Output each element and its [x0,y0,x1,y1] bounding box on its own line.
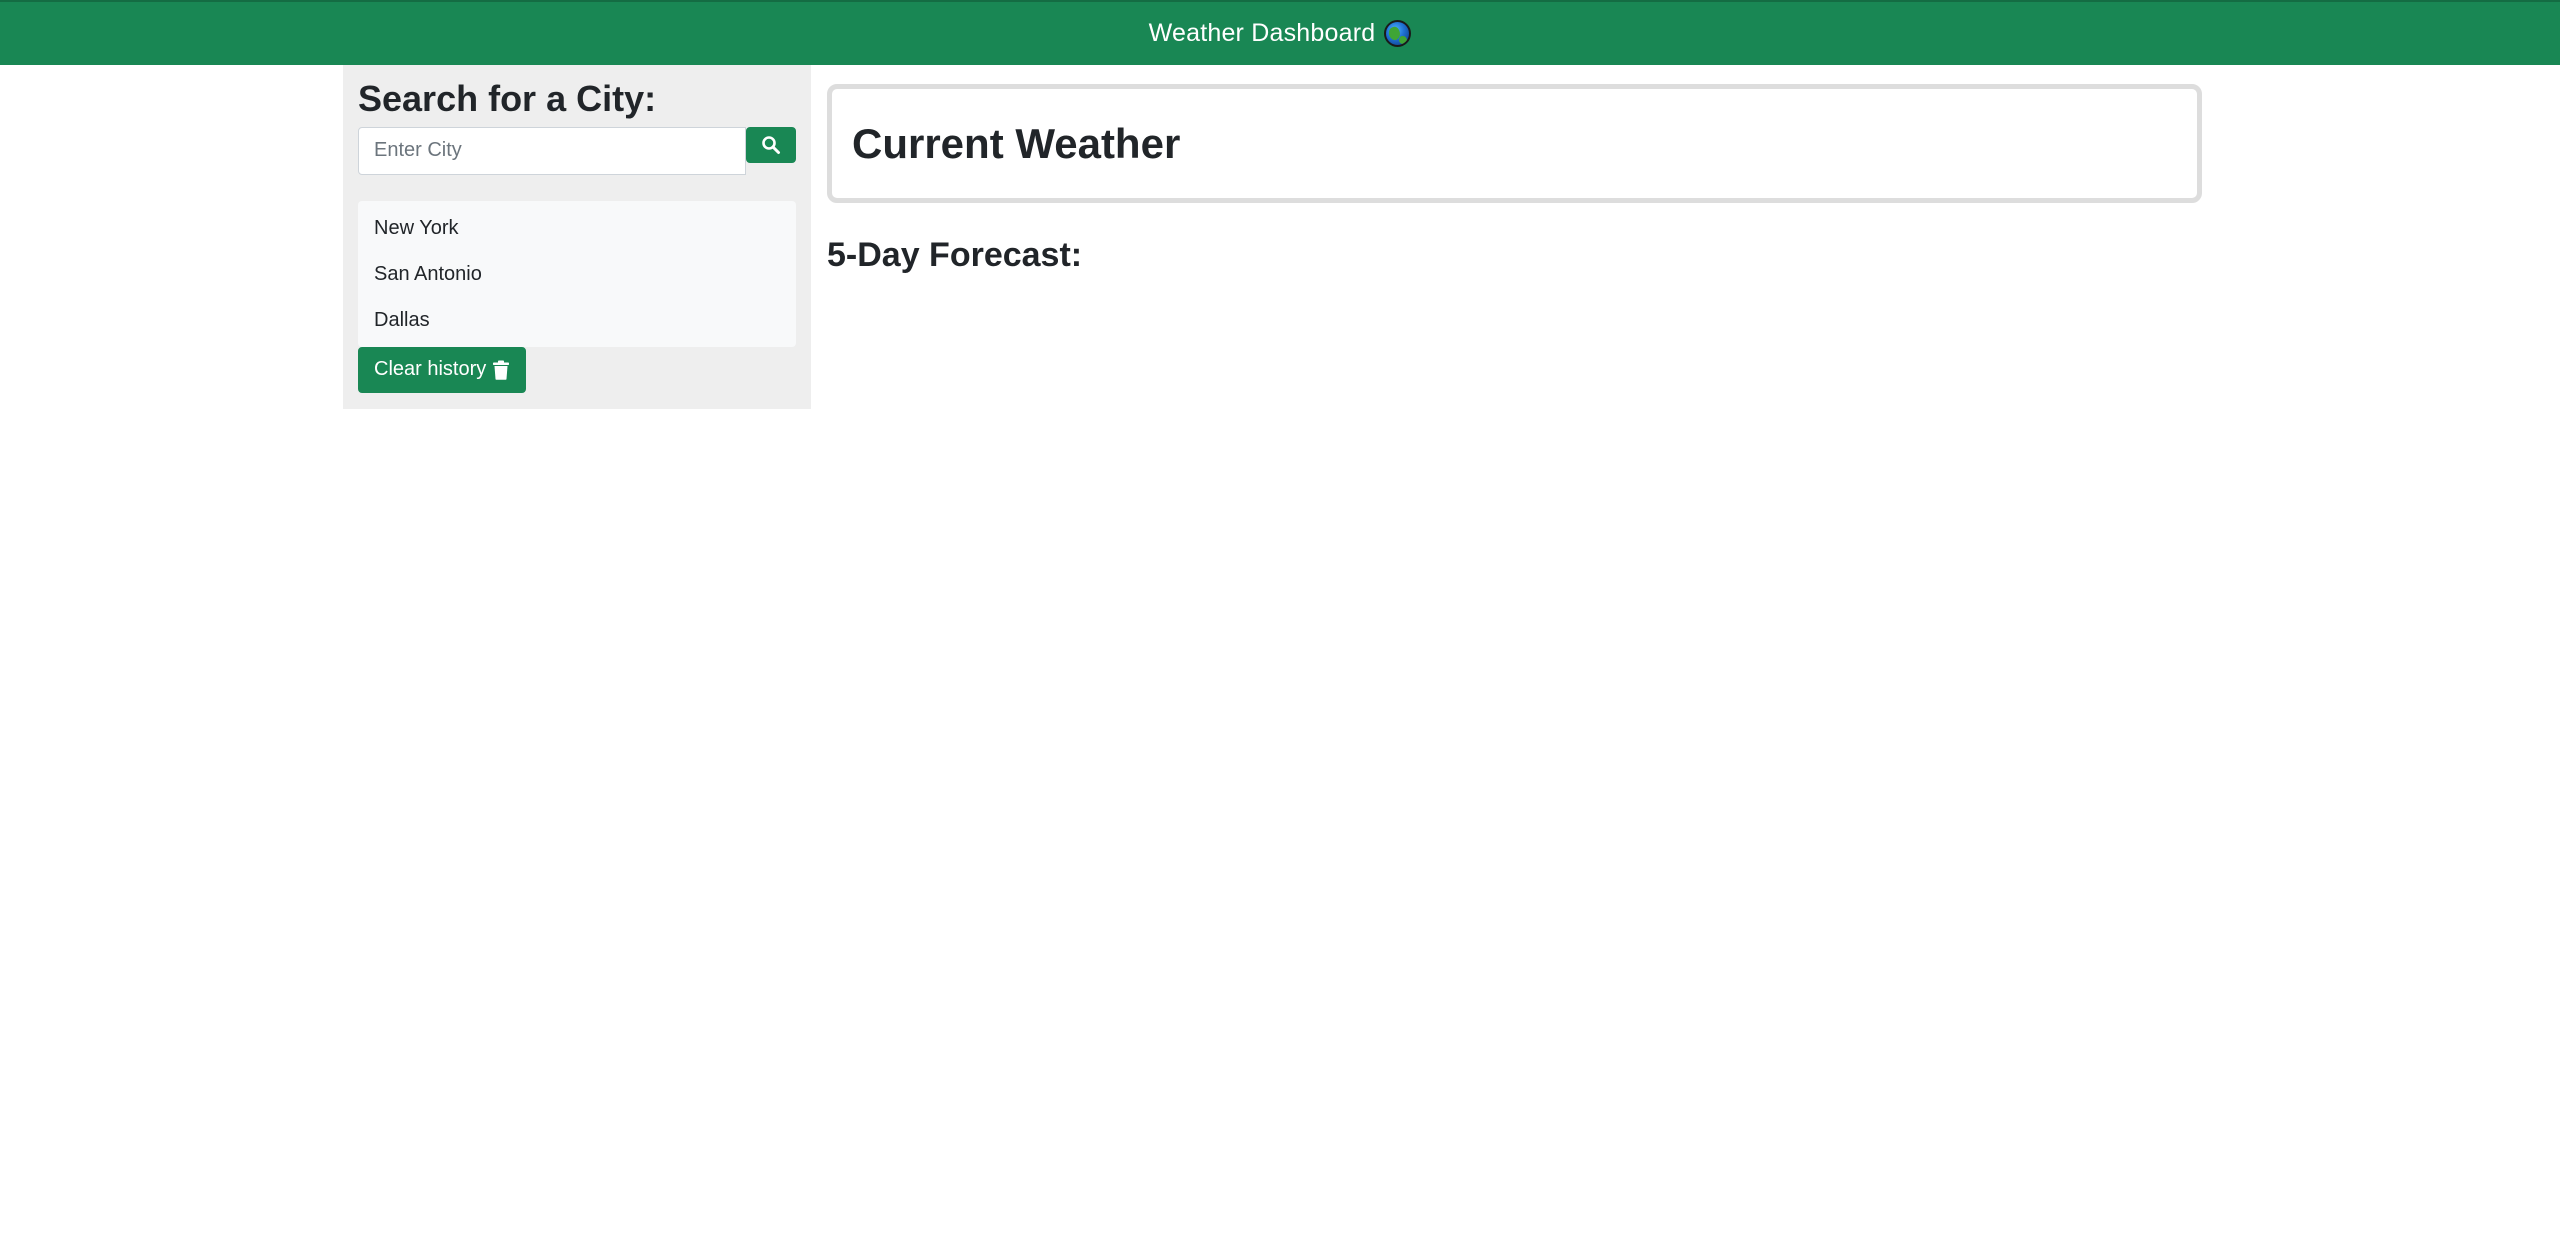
search-row [358,126,796,175]
history-item-new-york[interactable]: New York [358,205,796,251]
clear-history-button[interactable]: Clear history [358,346,527,393]
forecast-title: 5-Day Forecast: [827,236,1083,274]
trash-icon [492,360,510,380]
current-weather-title: Current Weather [852,119,1181,167]
current-weather-card: Current Weather [827,84,2202,203]
top-navbar: Weather Dashboard [0,0,2560,65]
search-button[interactable] [746,126,796,163]
app-title: Weather Dashboard [1148,19,1376,47]
clear-history-label: Clear history [374,358,487,381]
search-icon [762,135,780,154]
globe-icon [1384,20,1412,47]
search-history-list: New York San Antonio Dallas [358,200,796,347]
history-item-dallas[interactable]: Dallas [358,297,796,343]
history-item-san-antonio[interactable]: San Antonio [358,251,796,297]
search-sidebar: Search for a City: New York San Antonio … [343,65,811,409]
search-heading: Search for a City: [358,78,657,119]
city-search-input[interactable] [358,126,746,175]
